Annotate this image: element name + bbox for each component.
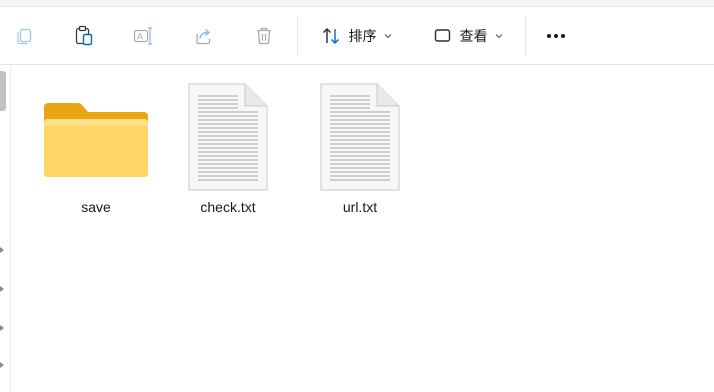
rename-button[interactable]: A	[124, 16, 164, 56]
file-name: url.txt	[342, 199, 378, 215]
expand-arrow-icon[interactable]	[0, 362, 4, 368]
navigation-pane[interactable]	[0, 65, 11, 392]
delete-icon	[255, 26, 273, 46]
chevron-down-icon	[495, 33, 503, 39]
view-label: 查看	[459, 28, 488, 44]
sort-label: 排序	[348, 28, 377, 44]
file-item-save[interactable]: save	[41, 77, 151, 217]
file-item-url-txt[interactable]: url.txt	[305, 77, 415, 217]
command-bar: A 排序 查看	[0, 7, 714, 65]
file-name: save	[81, 199, 111, 215]
rename-icon: A	[133, 26, 155, 46]
paste-button[interactable]	[64, 16, 104, 56]
file-list-area[interactable]: save check.txt url.txt	[11, 65, 714, 392]
view-button[interactable]: 查看	[422, 16, 514, 56]
file-item-check-txt[interactable]: check.txt	[173, 77, 283, 217]
sort-button[interactable]: 排序	[310, 16, 402, 56]
svg-text:A: A	[137, 32, 143, 42]
more-button[interactable]	[536, 16, 576, 56]
expand-arrow-icon[interactable]	[0, 286, 4, 292]
copy-button[interactable]	[4, 16, 44, 56]
more-icon	[546, 33, 566, 39]
text-file-icon	[305, 81, 415, 193]
share-button[interactable]	[184, 16, 224, 56]
copy-icon	[14, 26, 34, 46]
expand-arrow-icon[interactable]	[0, 247, 4, 253]
chevron-down-icon	[384, 33, 392, 39]
folder-icon	[41, 81, 151, 193]
sort-icon	[321, 26, 341, 46]
view-icon	[434, 28, 452, 44]
toolbar-separator	[525, 16, 526, 56]
expand-arrow-icon[interactable]	[0, 325, 4, 331]
toolbar-separator	[297, 16, 298, 56]
share-icon	[194, 26, 214, 46]
text-file-icon	[173, 81, 283, 193]
file-name: check.txt	[200, 199, 256, 215]
delete-button[interactable]	[244, 16, 284, 56]
paste-icon	[74, 25, 94, 47]
title-bar-edge	[0, 0, 714, 7]
nav-scrollbar-thumb[interactable]	[0, 71, 6, 111]
